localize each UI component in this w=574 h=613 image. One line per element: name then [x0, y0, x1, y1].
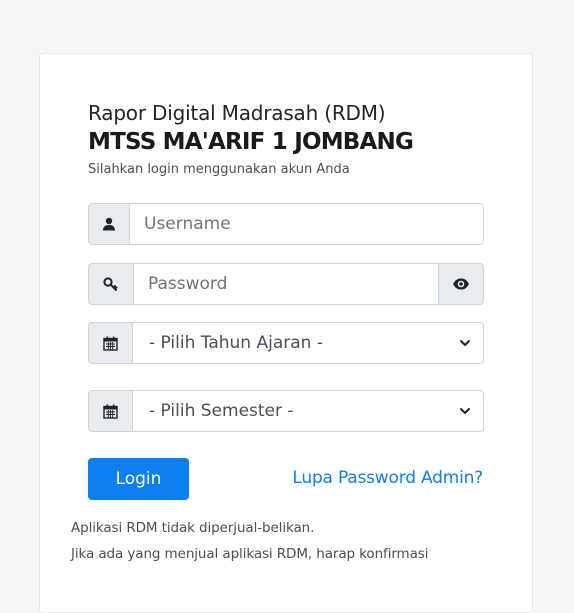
- password-input[interactable]: [133, 263, 439, 305]
- app-title: Rapor Digital Madrasah (RDM): [88, 101, 386, 125]
- login-subtitle: Silahkan login menggunakan akun Anda: [88, 162, 350, 177]
- show-password-toggle[interactable]: [438, 263, 484, 305]
- login-button[interactable]: Login: [88, 458, 189, 500]
- school-name: MTSS MA'ARIF 1 JOMBANG: [88, 129, 414, 155]
- calendar-icon: [88, 390, 133, 432]
- username-input[interactable]: [129, 203, 484, 245]
- password-group: [88, 263, 484, 305]
- semester-select[interactable]: - Pilih Semester -: [132, 390, 484, 432]
- semester-value: - Pilih Semester -: [149, 401, 294, 421]
- calendar-icon: [88, 322, 133, 364]
- username-group: [88, 203, 484, 245]
- note-line-2: Jika ada yang menjual aplikasi RDM, hara…: [71, 546, 429, 562]
- note-line-1: Aplikasi RDM tidak diperjual-belikan.: [71, 520, 315, 536]
- user-icon: [88, 203, 130, 245]
- tahun-ajaran-select[interactable]: - Pilih Tahun Ajaran -: [132, 322, 484, 364]
- chevron-down-icon: [460, 340, 470, 346]
- chevron-down-icon: [460, 408, 470, 414]
- semester-group: - Pilih Semester -: [88, 390, 484, 432]
- tahun-ajaran-group: - Pilih Tahun Ajaran -: [88, 322, 484, 364]
- eye-icon: [453, 278, 469, 290]
- key-icon: [88, 263, 134, 305]
- forgot-password-link[interactable]: Lupa Password Admin?: [292, 468, 483, 488]
- tahun-ajaran-value: - Pilih Tahun Ajaran -: [149, 333, 323, 353]
